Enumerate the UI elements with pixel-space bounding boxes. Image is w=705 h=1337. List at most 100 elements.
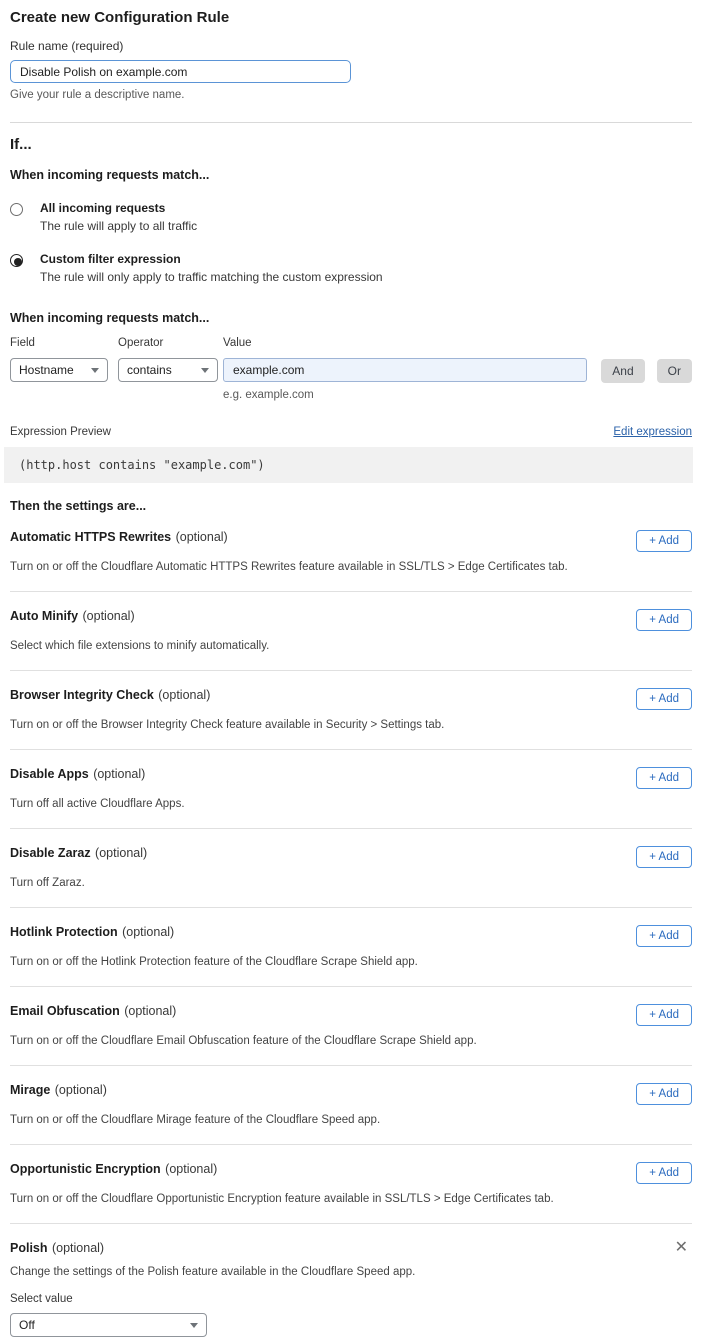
if-heading: If... bbox=[10, 136, 692, 153]
setting-section: Hotlink Protection (optional) + Add Turn… bbox=[10, 908, 692, 987]
operator-label: Operator bbox=[118, 337, 218, 349]
setting-title: Mirage (optional) bbox=[10, 1081, 107, 1099]
close-icon[interactable]: ✕ bbox=[675, 1241, 688, 1255]
configuration-rule-form: Create new Configuration Rule Rule name … bbox=[0, 0, 705, 1337]
and-or-buttons: And Or bbox=[601, 337, 692, 383]
add-button[interactable]: + Add bbox=[636, 846, 692, 868]
and-button[interactable]: And bbox=[601, 359, 644, 383]
setting-optional: (optional) bbox=[83, 609, 135, 623]
radio-option-description: The rule will only apply to traffic matc… bbox=[40, 270, 383, 284]
field-select[interactable]: Hostname bbox=[10, 358, 108, 382]
setting-title: Email Obfuscation (optional) bbox=[10, 1002, 176, 1020]
expression-preview-label: Expression Preview bbox=[10, 426, 111, 438]
setting-section: Disable Apps (optional) + Add Turn off a… bbox=[10, 750, 692, 829]
setting-head: Email Obfuscation (optional) + Add bbox=[10, 1002, 692, 1026]
edit-expression-link[interactable]: Edit expression bbox=[613, 426, 692, 438]
add-button[interactable]: + Add bbox=[636, 1162, 692, 1184]
or-button[interactable]: Or bbox=[657, 359, 692, 383]
setting-optional: (optional) bbox=[52, 1241, 104, 1255]
setting-head: Disable Zaraz (optional) + Add bbox=[10, 844, 692, 868]
setting-description: Turn on or off the Cloudflare Automatic … bbox=[10, 561, 692, 573]
setting-title: Hotlink Protection (optional) bbox=[10, 923, 174, 941]
polish-description: Change the settings of the Polish featur… bbox=[10, 1266, 692, 1278]
setting-head: Opportunistic Encryption (optional) + Ad… bbox=[10, 1160, 692, 1184]
polish-head: Polish (optional) ✕ bbox=[10, 1239, 692, 1257]
setting-description: Turn on or off the Cloudflare Email Obfu… bbox=[10, 1035, 692, 1047]
setting-section: Auto Minify (optional) + Add Select whic… bbox=[10, 592, 692, 671]
chevron-down-icon bbox=[190, 1323, 198, 1328]
expression-builder-heading: When incoming requests match... bbox=[10, 311, 692, 325]
setting-name: Disable Zaraz bbox=[10, 846, 91, 860]
setting-section-polish: Polish (optional) ✕ Change the settings … bbox=[10, 1224, 692, 1337]
radio-button-icon[interactable] bbox=[10, 254, 23, 267]
setting-name: Polish bbox=[10, 1241, 48, 1255]
setting-name: Hotlink Protection bbox=[10, 925, 118, 939]
then-settings-heading: Then the settings are... bbox=[10, 499, 692, 513]
setting-head: Automatic HTTPS Rewrites (optional) + Ad… bbox=[10, 528, 692, 552]
add-button[interactable]: + Add bbox=[636, 530, 692, 552]
radio-option-custom-expression[interactable]: Custom filter expression The rule will o… bbox=[10, 252, 692, 284]
setting-description: Turn on or off the Cloudflare Opportunis… bbox=[10, 1193, 692, 1205]
setting-optional: (optional) bbox=[93, 767, 145, 781]
operator-select-value: contains bbox=[127, 363, 172, 377]
expression-preview-code: (http.host contains "example.com") bbox=[4, 447, 693, 483]
radio-option-all-requests[interactable]: All incoming requests The rule will appl… bbox=[10, 201, 692, 233]
setting-name: Email Obfuscation bbox=[10, 1004, 120, 1018]
setting-name: Opportunistic Encryption bbox=[10, 1162, 161, 1176]
setting-head: Hotlink Protection (optional) + Add bbox=[10, 923, 692, 947]
setting-section: Automatic HTTPS Rewrites (optional) + Ad… bbox=[10, 513, 692, 592]
add-button[interactable]: + Add bbox=[636, 688, 692, 710]
setting-optional: (optional) bbox=[158, 688, 210, 702]
select-value-label: Select value bbox=[10, 1293, 692, 1305]
polish-value-select[interactable]: Off bbox=[10, 1313, 207, 1337]
setting-head: Mirage (optional) + Add bbox=[10, 1081, 692, 1105]
setting-title: Disable Apps (optional) bbox=[10, 765, 145, 783]
setting-optional: (optional) bbox=[122, 925, 174, 939]
setting-title: Disable Zaraz (optional) bbox=[10, 844, 147, 862]
setting-optional: (optional) bbox=[124, 1004, 176, 1018]
setting-description: Turn off all active Cloudflare Apps. bbox=[10, 798, 692, 810]
chevron-down-icon bbox=[91, 368, 99, 373]
add-button[interactable]: + Add bbox=[636, 1083, 692, 1105]
setting-optional: (optional) bbox=[55, 1083, 107, 1097]
expression-preview-header: Expression Preview Edit expression bbox=[10, 426, 692, 438]
setting-description: Turn on or off the Cloudflare Mirage fea… bbox=[10, 1114, 692, 1126]
add-button[interactable]: + Add bbox=[636, 925, 692, 947]
setting-title: Auto Minify (optional) bbox=[10, 607, 135, 625]
value-column: Value e.g. example.com bbox=[223, 337, 587, 401]
add-button[interactable]: + Add bbox=[636, 767, 692, 789]
setting-section: Email Obfuscation (optional) + Add Turn … bbox=[10, 987, 692, 1066]
setting-title: Automatic HTTPS Rewrites (optional) bbox=[10, 528, 228, 546]
chevron-down-icon bbox=[201, 368, 209, 373]
setting-name: Auto Minify bbox=[10, 609, 78, 623]
setting-section: Opportunistic Encryption (optional) + Ad… bbox=[10, 1145, 692, 1224]
page-title: Create new Configuration Rule bbox=[10, 9, 692, 26]
field-select-value: Hostname bbox=[19, 363, 74, 377]
radio-button-icon[interactable] bbox=[10, 203, 23, 216]
section-divider bbox=[10, 122, 692, 123]
value-input[interactable] bbox=[223, 358, 587, 382]
settings-list: Automatic HTTPS Rewrites (optional) + Ad… bbox=[10, 513, 692, 1224]
add-button[interactable]: + Add bbox=[636, 1004, 692, 1026]
setting-head: Auto Minify (optional) + Add bbox=[10, 607, 692, 631]
setting-name: Automatic HTTPS Rewrites bbox=[10, 530, 171, 544]
setting-optional: (optional) bbox=[176, 530, 228, 544]
setting-description: Turn off Zaraz. bbox=[10, 877, 692, 889]
setting-section: Mirage (optional) + Add Turn on or off t… bbox=[10, 1066, 692, 1145]
rule-name-help: Give your rule a descriptive name. bbox=[10, 89, 692, 101]
setting-description: Turn on or off the Browser Integrity Che… bbox=[10, 719, 692, 731]
operator-select[interactable]: contains bbox=[118, 358, 218, 382]
value-label: Value bbox=[223, 337, 587, 349]
field-label: Field bbox=[10, 337, 108, 349]
setting-section: Browser Integrity Check (optional) + Add… bbox=[10, 671, 692, 750]
setting-title: Opportunistic Encryption (optional) bbox=[10, 1160, 217, 1178]
setting-name: Disable Apps bbox=[10, 767, 89, 781]
radio-option-description: The rule will apply to all traffic bbox=[40, 219, 197, 233]
setting-optional: (optional) bbox=[165, 1162, 217, 1176]
rule-name-input[interactable] bbox=[10, 60, 351, 83]
add-button[interactable]: + Add bbox=[636, 609, 692, 631]
match-heading: When incoming requests match... bbox=[10, 168, 692, 182]
value-hint: e.g. example.com bbox=[223, 389, 587, 401]
setting-head: Browser Integrity Check (optional) + Add bbox=[10, 686, 692, 710]
operator-column: Operator contains bbox=[118, 337, 218, 382]
